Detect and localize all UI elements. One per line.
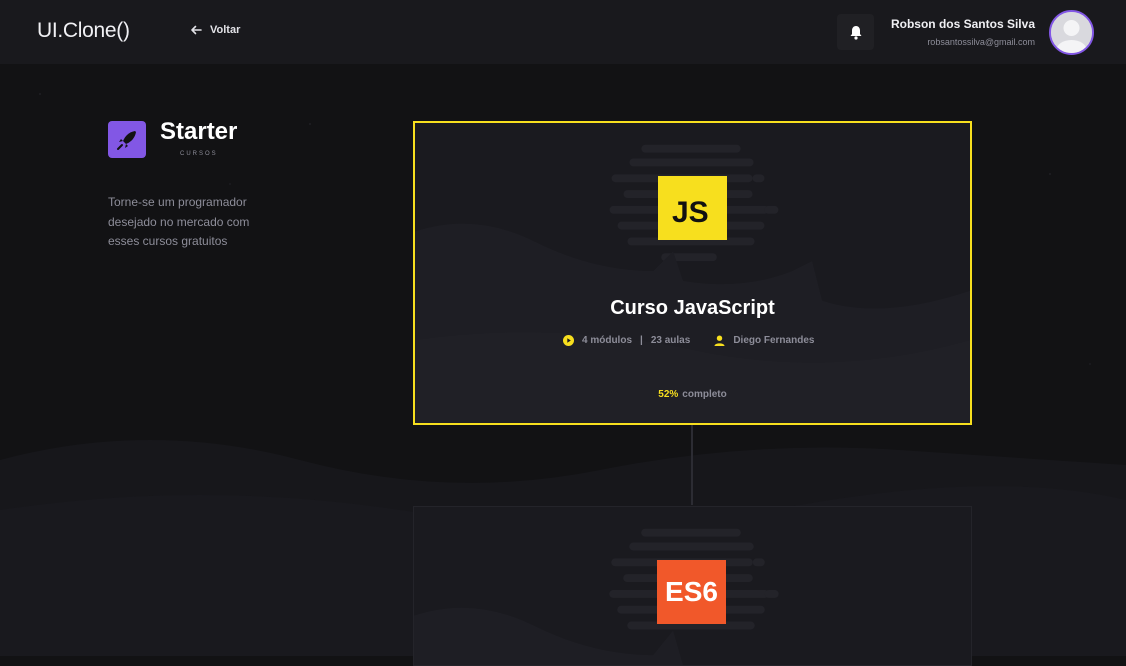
course-lessons: 23 aulas [650, 335, 691, 346]
play-circle-icon [563, 335, 574, 346]
rocket-icon [117, 130, 136, 150]
notifications-button[interactable] [837, 14, 874, 50]
course-connector [691, 425, 693, 505]
track-description: Torne-se um programador desejado no merc… [108, 195, 250, 248]
course-meta: 4 módulos | 23 aulas Diego Fernandes [563, 335, 814, 346]
course-instructor: Diego Fernandes [733, 335, 815, 346]
track-subtitle: CURSOS [180, 151, 218, 157]
course-modules: 4 módulos [582, 335, 633, 346]
back-button[interactable]: Voltar [190, 24, 240, 36]
track-icon [108, 121, 146, 158]
card-background-art [415, 144, 970, 423]
bell-icon [850, 25, 861, 40]
es6-logo: ES6 [657, 560, 726, 624]
course-progress: 52% completo [415, 389, 970, 400]
course-card-javascript[interactable]: JS Curso JavaScript 4 módulos | 23 aulas… [413, 121, 972, 425]
progress-percent: 52% [658, 389, 679, 400]
track-title: Starter [160, 118, 238, 145]
arrow-left-icon [191, 25, 202, 35]
user-name: Robson dos Santos Silva [890, 17, 1035, 31]
avatar[interactable] [1049, 10, 1094, 55]
course-card-es6[interactable]: ES6 [413, 506, 972, 666]
top-header: UI.Clone() Voltar Robson dos Santos Silv… [0, 0, 1126, 64]
user-placeholder-icon [1051, 12, 1092, 53]
javascript-logo: JS [658, 176, 727, 240]
user-icon [714, 335, 725, 346]
app-logo[interactable]: UI.Clone() [37, 19, 130, 43]
meta-separator: | [640, 335, 643, 346]
progress-label: completo [682, 389, 727, 400]
course-title: Curso JavaScript [610, 297, 775, 319]
user-info: Robson dos Santos Silva robsantossilva@g… [891, 17, 1035, 47]
user-email: robsantossilva@gmail.com [927, 37, 1035, 47]
back-label: Voltar [210, 24, 241, 36]
